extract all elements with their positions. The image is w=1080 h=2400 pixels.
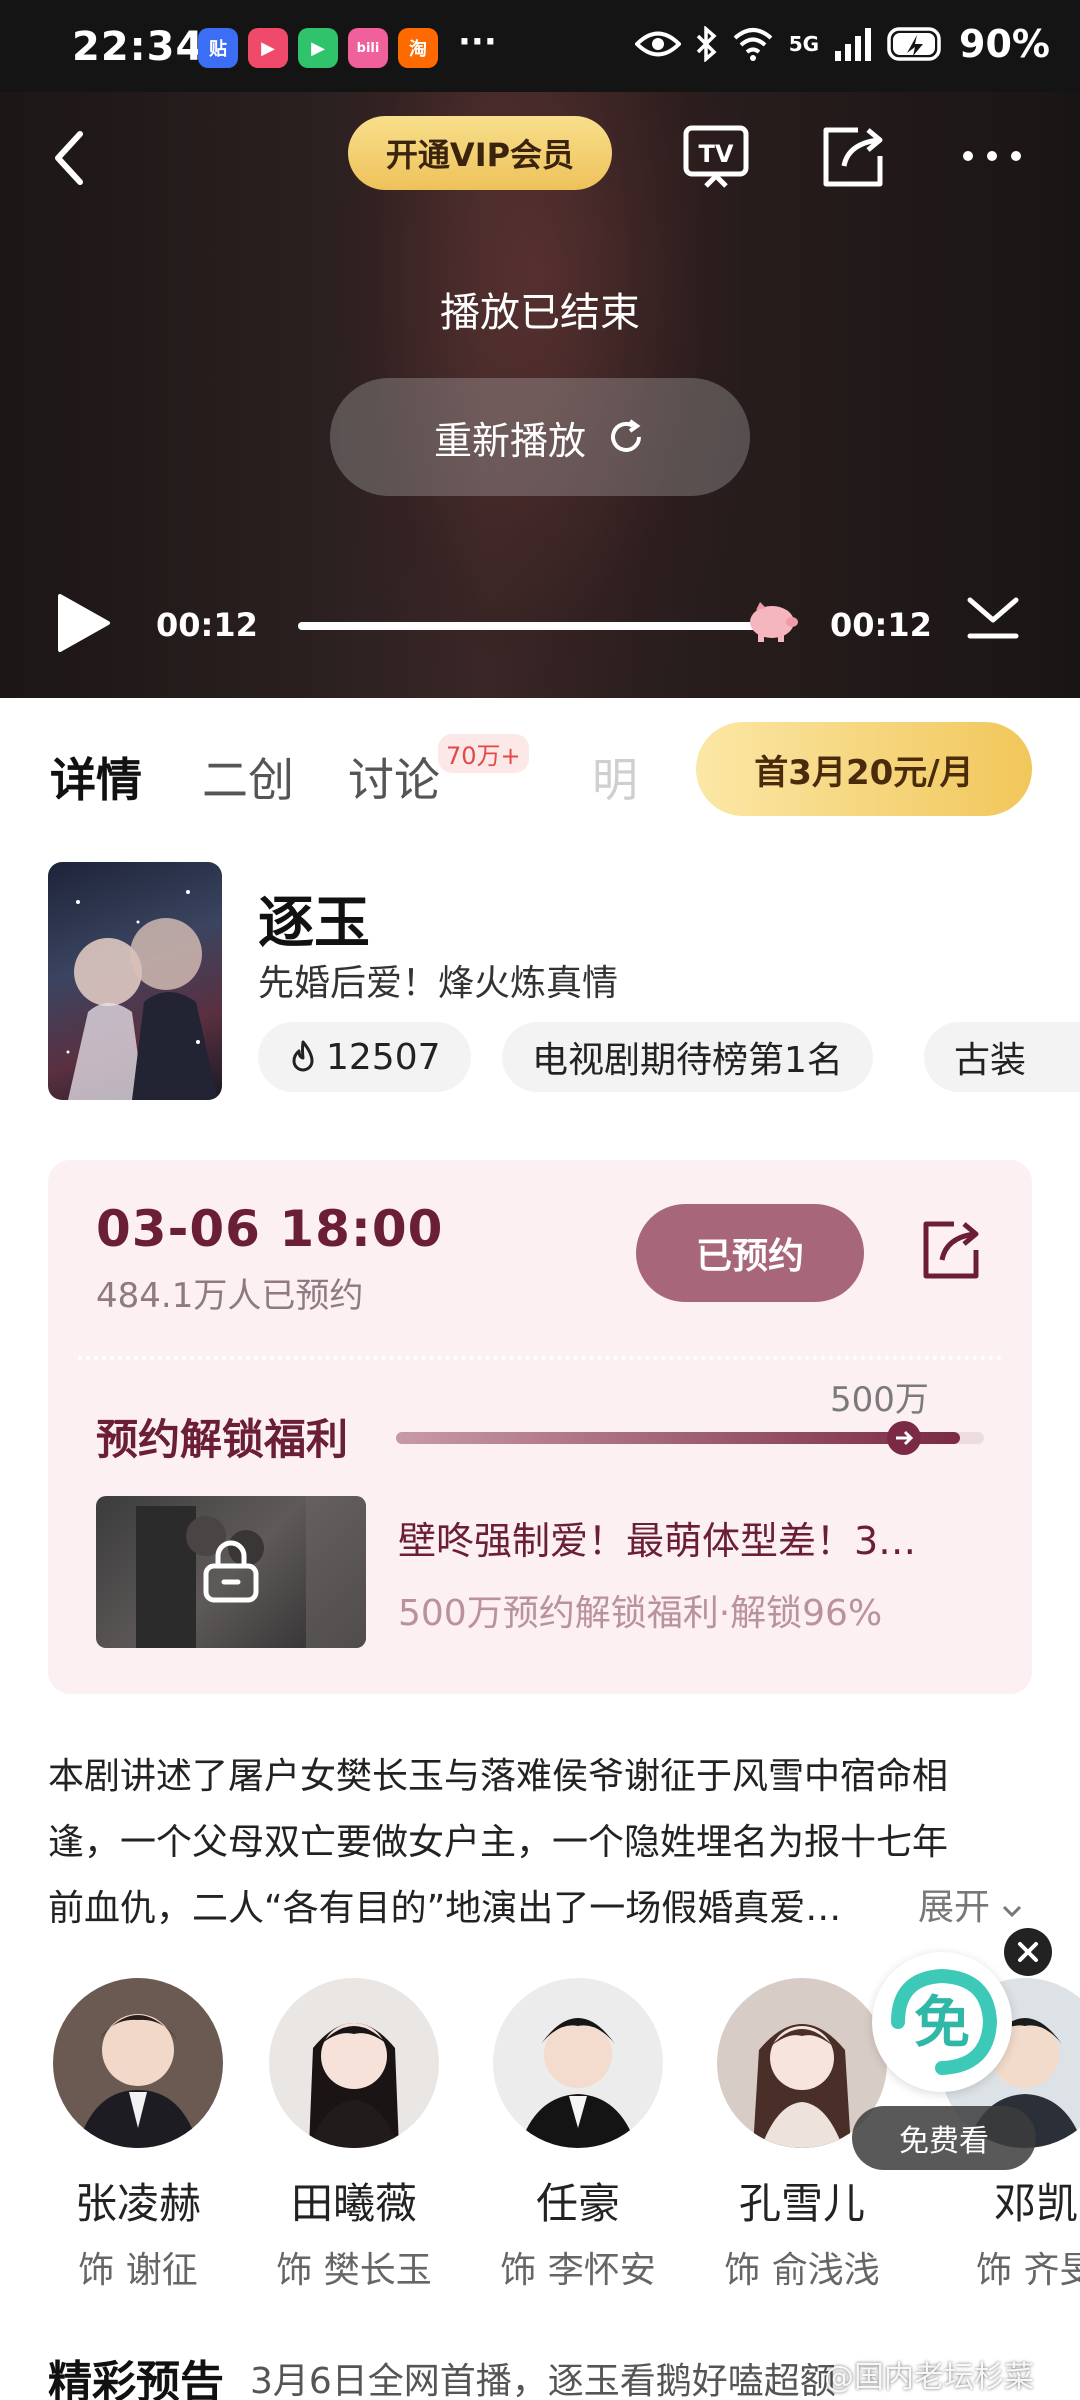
tab-discussion[interactable]: 讨论 <box>348 744 440 810</box>
reward-title[interactable]: 壁咚强制爱！最萌体型差！3… <box>398 1510 998 1565</box>
reward-video-thumbnail[interactable] <box>96 1496 366 1648</box>
share-icon[interactable] <box>916 1214 986 1284</box>
bilibili-app-icon: bili <box>348 28 388 68</box>
avatar <box>53 1978 223 2148</box>
unlock-benefits-title: 预约解锁福利 <box>96 1415 349 1464</box>
cast-name: 张凌赫 <box>74 2179 201 2228</box>
wifi-icon <box>733 28 773 61</box>
chevron-down-icon <box>1003 1905 1022 1918</box>
avatar <box>493 1978 663 2148</box>
cast-name: 孔雪儿 <box>738 2179 865 2228</box>
genre-chip[interactable]: 古装 <box>924 1022 1080 1092</box>
free-watch-label[interactable]: 免费看 <box>852 2106 1036 2170</box>
signal-icon <box>835 28 872 61</box>
show-tagline: 先婚后爱！烽火炼真情 <box>258 963 619 1004</box>
free-icon-text: 免 <box>914 1991 970 2056</box>
current-time: 00:12 <box>156 606 258 644</box>
cast-role: 饰 樊长玉 <box>276 2250 432 2291</box>
avatar <box>269 1978 439 2148</box>
unlock-goal: 500万 <box>830 1380 929 1420</box>
tab-stars[interactable]: 明 <box>592 744 638 810</box>
bluetooth-icon <box>696 26 717 62</box>
iqiyi-app-icon: ▶ <box>298 28 338 68</box>
pig-scrubber-icon[interactable] <box>742 600 798 642</box>
card-divider <box>78 1356 1002 1360</box>
synopsis[interactable]: 本剧讲述了屠户女樊长玉与落难侯爷谢征于风雪中宿命相 逢，一个父母双亡要做女户主，… <box>48 1744 1032 1942</box>
cast-role: 饰 俞浅浅 <box>724 2250 880 2291</box>
battery-percentage: 90% <box>959 22 1050 66</box>
cast-name: 田曦薇 <box>290 2179 417 2228</box>
unlock-progress-fill <box>396 1432 961 1444</box>
show-poster[interactable] <box>48 862 222 1100</box>
expand-button[interactable]: 展开 <box>918 1878 1023 1930</box>
more-notifications-icon: ··· <box>458 22 497 62</box>
heat-value: 12507 <box>326 1036 441 1078</box>
watermark-text: @国内老坛杉菜 <box>824 2360 1034 2395</box>
video-player[interactable]: 开通VIP会员 TV 播放已结束 重新播放 00:12 00:12 <box>0 92 1080 698</box>
synopsis-line: 本剧讲述了屠户女樊长玉与落难侯爷谢征于风雪中宿命相 <box>48 1756 949 1797</box>
open-vip-button[interactable]: 开通VIP会员 <box>348 116 612 190</box>
cast-member[interactable]: 田曦薇 饰 樊长玉 <box>264 1978 444 2293</box>
more-options-icon[interactable] <box>956 120 1028 192</box>
taobao-app-icon: 淘 <box>398 28 438 68</box>
reservation-count: 484.1万人已预约 <box>96 1276 364 1316</box>
battery-icon <box>887 27 941 61</box>
lock-icon <box>203 1540 259 1603</box>
eye-icon <box>634 31 681 57</box>
status-time: 22:34 <box>72 24 205 70</box>
discussion-count-badge: 70万+ <box>438 734 529 773</box>
detail-tabs: 详情 二创 讨论 70万+ 明 首3月20元/月 <box>0 698 1080 844</box>
progress-fill <box>298 622 768 630</box>
synopsis-line: 逢，一个父母双亡要做女户主，一个隐姓埋名为报十七年 <box>48 1822 949 1863</box>
tieba-app-icon: 贴 <box>198 28 238 68</box>
cast-role: 饰 李怀安 <box>500 2250 656 2291</box>
refresh-icon <box>611 419 641 452</box>
progress-bar[interactable] <box>298 622 768 630</box>
expand-label: 展开 <box>918 1887 991 1928</box>
status-bar: 22:34 贴 ▶ ▶ bili 淘 ··· 5G 90% <box>0 0 1080 92</box>
membership-promo-button[interactable]: 首3月20元/月 <box>696 722 1032 816</box>
replay-button[interactable]: 重新播放 <box>330 378 750 496</box>
play-icon[interactable] <box>56 592 112 654</box>
show-title: 逐玉 <box>258 891 370 956</box>
total-time: 00:12 <box>830 606 932 644</box>
tab-details[interactable]: 详情 <box>50 744 142 810</box>
ranking-chip[interactable]: 电视剧期待榜第1名 <box>502 1022 873 1092</box>
cast-member[interactable]: 任豪 饰 李怀安 <box>488 1978 668 2293</box>
reserved-button[interactable]: 已预约 <box>636 1204 864 1302</box>
svg-text:TV: TV <box>699 140 734 168</box>
notification-app-icons: 贴 ▶ ▶ bili 淘 <box>198 28 438 68</box>
free-watch-badge[interactable]: 免 <box>872 1952 1012 2092</box>
cast-role: 饰 谢征 <box>78 2250 198 2291</box>
arrow-right-icon <box>887 1421 921 1455</box>
poster-art <box>66 890 218 1100</box>
playback-ended-text: 播放已结束 <box>440 290 640 336</box>
trailer-section-title: 精彩预告 <box>48 2357 224 2400</box>
free-icon: 免 <box>891 1968 997 2075</box>
back-arrow-icon[interactable] <box>48 128 92 188</box>
chevron-down-icon[interactable] <box>964 592 1022 644</box>
reservation-card: 03-06 18:00 484.1万人已预约 已预约 预约解锁福利 500万 壁… <box>48 1160 1032 1694</box>
cast-role: 饰 齐旻 <box>976 2250 1080 2291</box>
cast-name: 邓凯 <box>994 2179 1079 2228</box>
premiere-datetime: 03-06 18:00 <box>96 1200 444 1258</box>
tab-derivative[interactable]: 二创 <box>202 744 294 810</box>
heat-chip[interactable]: 12507 <box>258 1022 471 1092</box>
cast-member[interactable]: 张凌赫 饰 谢征 <box>48 1978 228 2293</box>
tv-cast-icon[interactable]: TV <box>680 120 752 192</box>
trailer-description[interactable]: 3月6日全网首播，逐玉看鹅好嗑超额 <box>250 2352 836 2400</box>
synopsis-line: 前血仇，二人“各有目的”地演出了一场假婚真爱… <box>48 1888 842 1929</box>
video-app-icon: ▶ <box>248 28 288 68</box>
reward-subtitle: 500万预约解锁福利·解锁96% <box>398 1593 883 1634</box>
share-icon[interactable] <box>818 120 890 192</box>
fire-icon <box>292 1040 314 1072</box>
cast-name: 任豪 <box>535 2179 620 2228</box>
status-right-cluster: 5G 90% <box>634 22 1050 66</box>
network-type: 5G <box>788 32 820 56</box>
replay-label: 重新播放 <box>433 418 586 463</box>
